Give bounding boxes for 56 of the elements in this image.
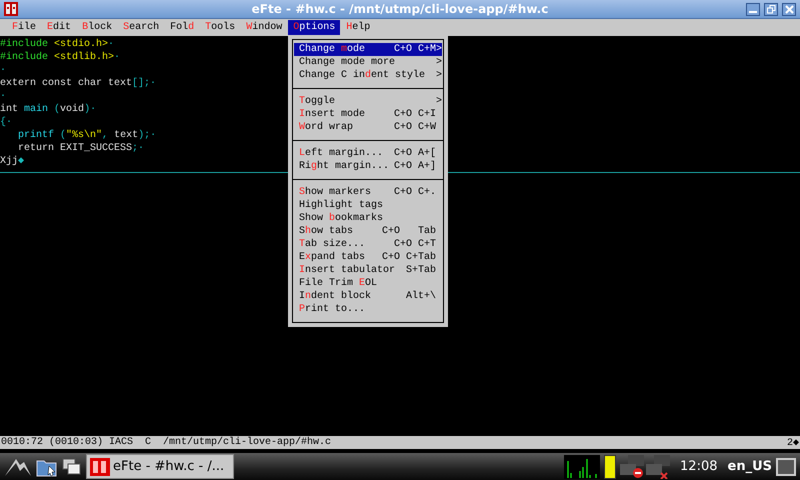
menu-item[interactable]: Search	[118, 20, 164, 35]
menu-item[interactable]: Expand tabs C+O C+Tab	[294, 251, 442, 264]
menu-item[interactable]: Change C indent style >	[294, 69, 442, 82]
app-logo-icon	[4, 1, 18, 17]
menu-item[interactable]: Show markers C+O C+.	[294, 186, 442, 199]
code-line: #include <stdio.h>·	[0, 38, 114, 51]
menu-item[interactable]: Word wrap C+O C+W	[294, 121, 442, 134]
desktop-icon[interactable]	[776, 458, 796, 476]
menu-item[interactable]: File	[7, 20, 42, 35]
status-indicator: 2◆	[786, 436, 799, 448]
code-line: extern const char text[];·	[0, 77, 156, 90]
code-line: ·	[0, 64, 6, 77]
app-logo-icon	[90, 456, 110, 476]
menu-item[interactable]: Insert tabulator S+Tab	[294, 264, 442, 277]
minimize-button[interactable]	[746, 2, 760, 16]
menu-item[interactable]: Indent block Alt+\	[294, 290, 442, 303]
code-line: printf ("%s\n", text);·	[17, 129, 156, 142]
menu-item[interactable]: Edit	[42, 20, 76, 35]
menu-item[interactable]: Fold	[165, 20, 200, 35]
keyboard-layout: en_US	[728, 459, 772, 474]
code-line: int main (void)·	[0, 103, 96, 116]
code-line: ·	[0, 90, 6, 103]
taskbar-window-button[interactable]: eFte - #hw.c - /...	[86, 454, 234, 479]
close-icon	[784, 4, 794, 14]
status-text: 0010:72 (0010:03) IACS C /mnt/utmp/cli-love-app/#hw.c	[1, 437, 332, 448]
code-line: return EXIT_SUCCESS;·	[17, 142, 144, 155]
menu-item[interactable]: Toggle >	[294, 95, 442, 108]
battery-icon	[604, 454, 616, 478]
start-menu-icon[interactable]	[4, 456, 32, 476]
menu-item[interactable]: Change mode C+O C+M>	[294, 43, 442, 56]
clock: 12:08	[680, 459, 718, 474]
menu-item[interactable]: Tools	[200, 20, 240, 35]
menu-item[interactable]: Options	[288, 20, 340, 35]
menu-item[interactable]: File Trim EOL	[294, 277, 442, 290]
network-icon	[620, 454, 670, 478]
menu-item[interactable]: Block	[77, 20, 118, 35]
restore-icon	[766, 4, 776, 14]
menu-item[interactable]: Insert mode C+O C+I	[294, 108, 442, 121]
code-line: {·	[0, 116, 12, 129]
close-button[interactable]	[782, 2, 796, 16]
menu-item[interactable]: Print to...	[294, 303, 442, 316]
restore-button[interactable]	[764, 2, 778, 16]
menu-item[interactable]: Tab size... C+O C+T	[294, 238, 442, 251]
menu-item[interactable]: Right margin... C+O A+]	[294, 160, 442, 173]
menu-item[interactable]: Show tabs C+O Tab	[294, 225, 442, 238]
menu-item[interactable]: Window	[241, 20, 288, 35]
menu-item[interactable]: Help	[341, 20, 376, 35]
menu-item[interactable]: Highlight tags	[294, 199, 442, 212]
menu-item[interactable]: Left margin... C+O A+[	[294, 147, 442, 160]
cpu-graph-icon	[564, 454, 600, 478]
menu-item[interactable]: Show bookmarks	[294, 212, 442, 225]
code-line: Xjj◆	[0, 155, 24, 168]
menu-item[interactable]: Change mode more >	[294, 56, 442, 69]
windows-icon[interactable]	[62, 458, 82, 476]
code-line: #include <stdlib.h>·	[0, 51, 120, 64]
window-title: eFte - #hw.c - /mnt/utmp/cli-love-app/#hw.c	[252, 2, 548, 16]
